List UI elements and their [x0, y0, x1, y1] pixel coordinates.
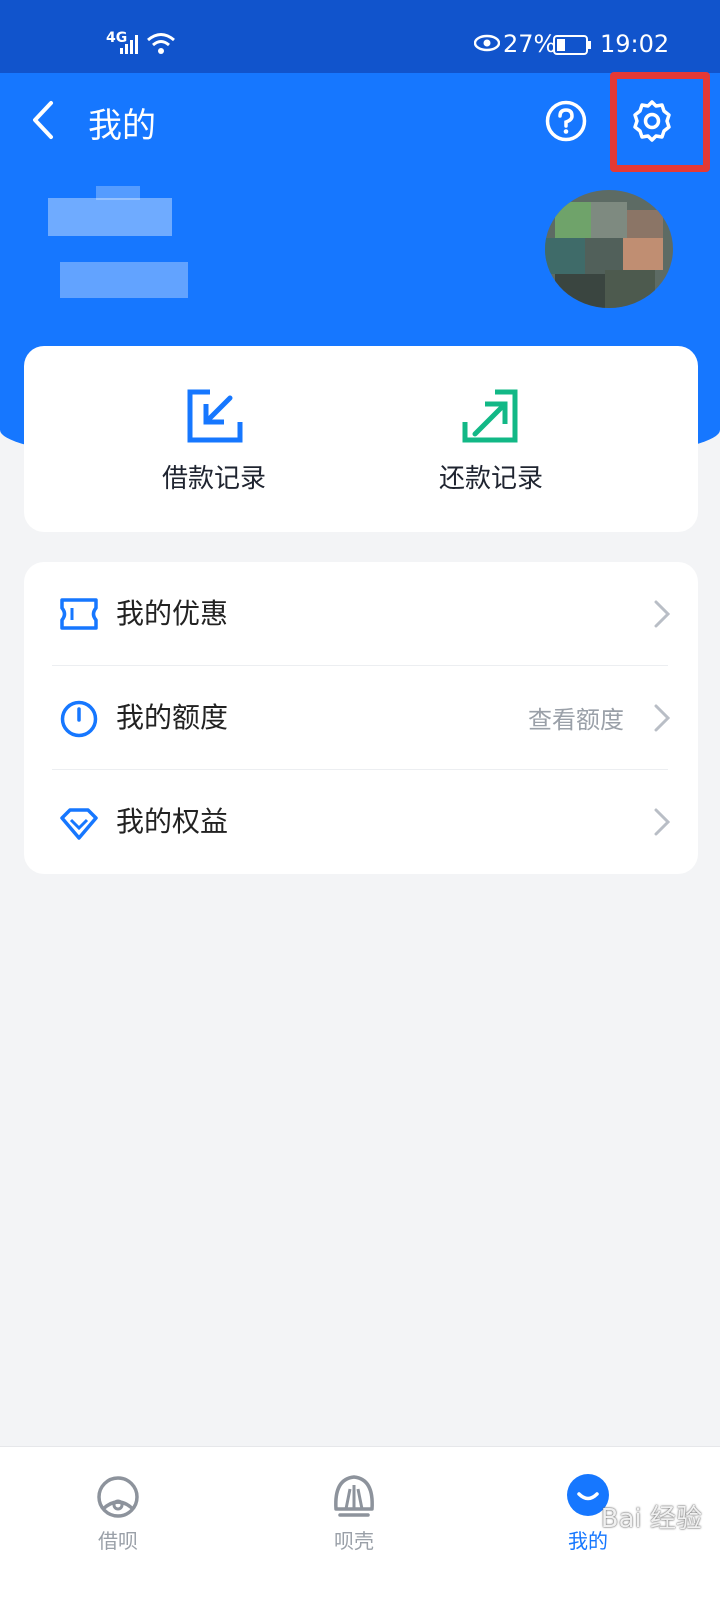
loan-record-icon	[187, 389, 243, 443]
repayment-record-icon	[462, 389, 518, 443]
wifi-icon	[147, 33, 175, 54]
shell-tab-icon	[334, 1475, 374, 1517]
view-quota-link[interactable]: 查看额度	[528, 700, 624, 735]
avatar[interactable]	[545, 190, 673, 308]
battery-icon	[553, 35, 591, 55]
chevron-right-icon	[654, 600, 670, 628]
signal-icon	[120, 35, 138, 54]
tab-beike[interactable]: 呗壳	[294, 1447, 414, 1601]
settings-highlight-box	[610, 72, 710, 172]
menu-label-coupons: 我的优惠	[116, 597, 229, 630]
menu-item-benefits[interactable]: 我的权益	[24, 770, 698, 874]
repayment-record-label: 还款记录	[438, 464, 543, 494]
page-title: 我的	[88, 106, 156, 146]
repayment-record-button[interactable]: 还款记录	[391, 346, 591, 532]
menu-item-quota[interactable]: 我的额度 查看额度	[24, 666, 698, 770]
tab-label-jiebei: 借呗	[98, 1529, 138, 1553]
menu-item-coupons[interactable]: 我的优惠	[24, 562, 698, 666]
loan-record-button[interactable]: 借款记录	[114, 346, 314, 532]
status-bar: 4G 27% 19:02	[0, 0, 720, 73]
coupon-icon	[60, 598, 98, 630]
tab-jiebei[interactable]: 借呗	[58, 1447, 178, 1601]
chevron-right-icon	[654, 704, 670, 732]
menu-label-benefits: 我的权益	[116, 805, 229, 838]
clock: 19:02	[600, 30, 670, 58]
back-icon[interactable]	[30, 100, 56, 140]
jiebei-tab-icon	[97, 1476, 139, 1518]
chevron-right-icon	[654, 808, 670, 836]
help-icon[interactable]	[545, 100, 587, 142]
eye-icon	[474, 34, 500, 52]
quota-icon	[60, 700, 98, 738]
menu-label-quota: 我的额度	[116, 701, 229, 734]
tab-label-beike: 呗壳	[334, 1529, 374, 1553]
loan-record-label: 借款记录	[161, 464, 266, 494]
watermark: Bai 经验	[600, 1504, 702, 1534]
diamond-icon	[60, 808, 98, 840]
quick-actions-card: 借款记录 还款记录	[24, 346, 698, 532]
battery-percent: 27%	[503, 30, 557, 58]
